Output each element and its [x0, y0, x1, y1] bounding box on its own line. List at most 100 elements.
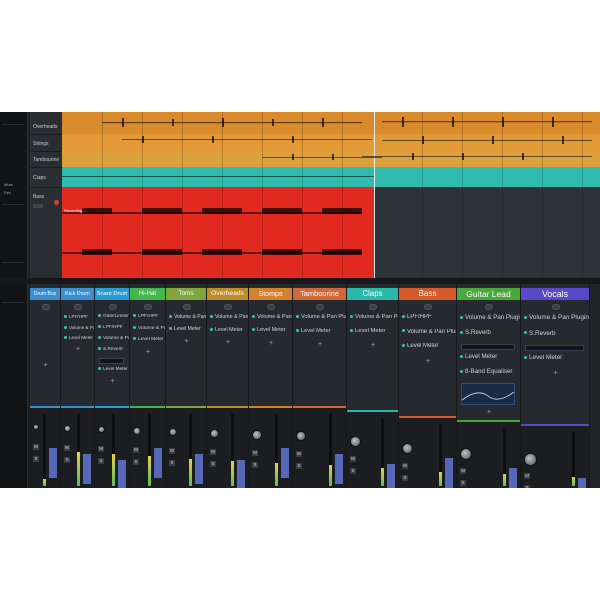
input-knob[interactable] — [369, 304, 377, 310]
mute-button[interactable]: M — [33, 444, 39, 450]
fader-block[interactable] — [445, 458, 453, 488]
pan-knob[interactable] — [350, 436, 361, 447]
add-insert-button[interactable]: + — [146, 349, 150, 356]
inspector-row-rec[interactable]: Rec — [4, 190, 11, 195]
add-insert-button[interactable]: + — [554, 370, 558, 377]
channel-name[interactable]: Tambourine — [293, 288, 346, 300]
insert-slot[interactable]: Volume & Pan Plugin — [210, 314, 248, 320]
pan-knob[interactable] — [64, 425, 71, 432]
insert-slot[interactable]: Level Meter — [169, 326, 206, 332]
track-name-overheads[interactable]: Overheads — [33, 124, 57, 130]
input-knob[interactable] — [551, 304, 560, 310]
fader-block[interactable] — [49, 448, 57, 478]
insert-slot[interactable]: Volume & Pan Plugin — [402, 329, 456, 335]
input-knob[interactable] — [224, 304, 232, 310]
insert-slot[interactable]: Volume & Pan Plugin — [460, 314, 520, 321]
mute-button[interactable]: M — [460, 468, 466, 474]
fader-block[interactable] — [83, 454, 91, 484]
add-insert-button[interactable]: + — [318, 341, 322, 348]
fader-block[interactable] — [578, 478, 586, 488]
insert-slot[interactable]: Level Meter — [133, 337, 165, 342]
channel-name[interactable]: Drum Bus — [30, 288, 60, 300]
insert-slot[interactable]: LPF/HPF — [98, 325, 129, 330]
track-name-bass[interactable]: Bass — [33, 194, 44, 200]
mute-button[interactable]: M — [133, 447, 139, 453]
pan-knob[interactable] — [252, 430, 262, 440]
fader-block[interactable] — [509, 468, 517, 488]
insert-slot[interactable]: S.Reverb — [98, 347, 129, 352]
pan-knob[interactable] — [210, 429, 219, 438]
mute-button[interactable]: M — [524, 473, 530, 479]
reverb-send-bar[interactable] — [525, 345, 584, 351]
insert-slot[interactable]: Volume & Pan Plugin — [133, 326, 165, 331]
insert-slot[interactable]: Level Meter — [524, 354, 589, 361]
track-name-strings[interactable]: Strings — [33, 141, 49, 147]
channel-name[interactable]: Kick Drum — [61, 288, 94, 300]
record-arm-icon[interactable] — [54, 200, 59, 205]
pan-knob[interactable] — [524, 453, 537, 466]
channel-name[interactable]: Guitar Lead — [457, 288, 520, 300]
insert-slot[interactable]: Level Meter — [210, 327, 248, 333]
pan-knob[interactable] — [33, 424, 39, 430]
track-name-tambourine[interactable]: Tambourine — [33, 157, 59, 163]
input-knob[interactable] — [485, 304, 493, 310]
pan-knob[interactable] — [460, 448, 472, 460]
input-knob[interactable] — [182, 304, 191, 310]
insert-slot[interactable]: Volume & Pan Plugin — [524, 314, 589, 321]
track-bass-control[interactable] — [33, 204, 43, 208]
inspector-row-mute[interactable]: Mute — [4, 182, 13, 187]
mute-button[interactable]: M — [402, 463, 408, 469]
fader-block[interactable] — [154, 448, 162, 478]
input-knob[interactable] — [74, 304, 82, 310]
track-name-claps[interactable]: Claps — [33, 175, 46, 181]
add-insert-button[interactable]: + — [371, 342, 375, 349]
reverb-send-bar[interactable] — [461, 344, 515, 350]
channel-name[interactable]: Hi-Hat — [130, 288, 165, 300]
add-insert-button[interactable]: + — [226, 339, 230, 346]
insert-slot[interactable]: Volume & Pan Plugin — [169, 314, 206, 320]
insert-slot[interactable]: S.Reverb — [524, 330, 589, 337]
mute-button[interactable]: M — [350, 456, 356, 462]
add-insert-button[interactable]: + — [185, 338, 189, 345]
mute-button[interactable]: M — [210, 449, 216, 455]
insert-slot[interactable]: Level Meter — [402, 343, 456, 349]
insert-slot[interactable]: Level Meter — [64, 335, 94, 340]
insert-slot[interactable]: Volume & Pan Plugin — [252, 314, 292, 320]
fader-block[interactable] — [335, 454, 343, 484]
solo-button[interactable]: S — [64, 457, 70, 463]
solo-button[interactable]: S — [524, 485, 530, 488]
insert-slot[interactable]: LPF/HPF — [133, 314, 165, 319]
insert-slot[interactable]: LPF/HPF — [402, 314, 456, 320]
input-knob[interactable] — [424, 304, 432, 310]
solo-button[interactable]: S — [133, 459, 139, 465]
insert-slot[interactable]: Level Meter — [252, 327, 292, 333]
solo-button[interactable]: S — [460, 480, 466, 486]
eq-curve-display[interactable] — [461, 383, 515, 405]
insert-slot[interactable]: Volume & Pan Plugin — [350, 314, 398, 320]
channel-name[interactable]: Bass — [399, 288, 456, 300]
insert-slot[interactable]: Volume & Pan Plugin — [98, 336, 129, 341]
solo-button[interactable]: S — [33, 456, 39, 462]
channel-name[interactable]: Snare Drum — [95, 288, 129, 300]
channel-name[interactable]: Claps — [347, 288, 398, 300]
mute-button[interactable]: M — [252, 450, 258, 456]
solo-button[interactable]: S — [169, 460, 175, 466]
pan-knob[interactable] — [133, 427, 141, 435]
fader-block[interactable] — [195, 454, 203, 484]
insert-slot[interactable]: Volume & Pan Plugin — [296, 314, 346, 320]
channel-name[interactable]: Stomps — [249, 288, 292, 300]
solo-button[interactable]: S — [296, 463, 302, 469]
channel-name[interactable]: Overheads — [207, 288, 248, 300]
mute-button[interactable]: M — [98, 446, 104, 452]
insert-slot[interactable]: Level Meter — [296, 328, 346, 334]
reverb-send-bar[interactable] — [99, 358, 124, 364]
mute-button[interactable]: M — [169, 448, 175, 454]
fader-block[interactable] — [387, 464, 395, 488]
solo-button[interactable]: S — [210, 461, 216, 467]
input-knob[interactable] — [41, 304, 50, 310]
input-knob[interactable] — [108, 304, 117, 310]
input-knob[interactable] — [267, 304, 275, 310]
solo-button[interactable]: S — [98, 458, 104, 464]
insert-slot[interactable]: 8-Band Equaliser — [460, 368, 520, 375]
add-insert-button[interactable]: + — [487, 409, 491, 416]
